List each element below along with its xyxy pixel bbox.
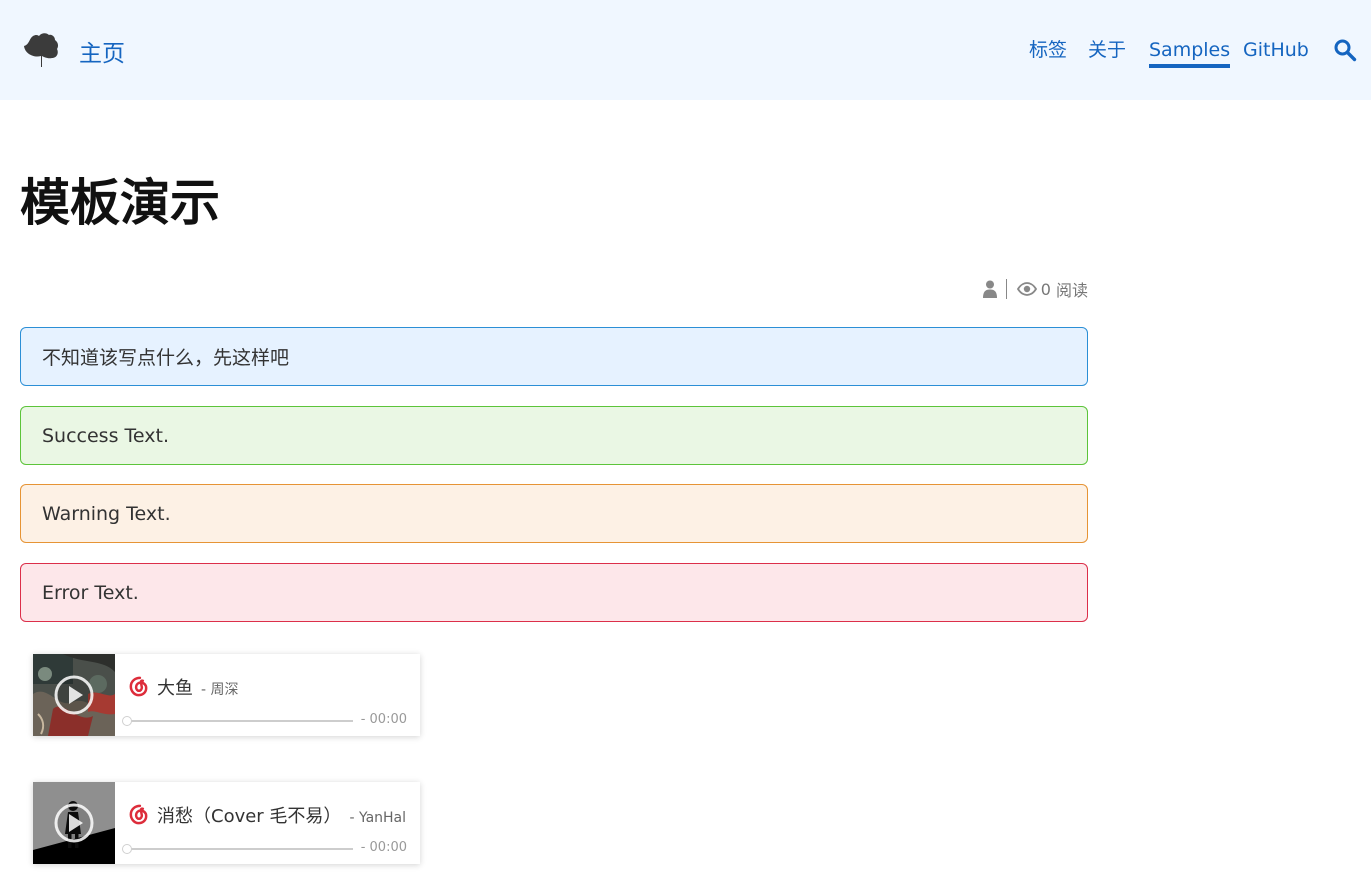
netease-music-icon <box>127 803 150 826</box>
song-artist: - YanHal <box>349 810 407 826</box>
song-info: 消愁（Cover 毛不易） - YanHal <box>157 802 406 828</box>
nav-samples[interactable]: Samples <box>1149 37 1231 68</box>
nav-github[interactable]: GitHub <box>1243 37 1309 63</box>
alert-success-text: Success Text. <box>42 424 169 447</box>
song-title: 大鱼 <box>157 678 193 699</box>
nav-tags[interactable]: 标签 <box>1029 37 1067 63</box>
alert-error-text: Error Text. <box>42 581 139 604</box>
time-display: - 00:00 <box>360 840 407 855</box>
progress-bar[interactable] <box>122 716 353 726</box>
album-cover <box>33 782 115 864</box>
progress-bar[interactable] <box>122 844 353 854</box>
post-meta: 0 阅读 <box>982 278 1088 300</box>
meta-divider <box>1005 279 1007 299</box>
ginkgo-leaf-icon[interactable] <box>22 32 60 68</box>
alert-info: 不知道该写点什么，先这样吧 <box>20 327 1088 386</box>
progress-thumb[interactable] <box>122 844 132 854</box>
music-player: 大鱼 - 周深 - 00:00 <box>33 654 420 736</box>
top-navbar: 主页 标签 关于 Samples GitHub <box>0 0 1371 100</box>
progress-thumb[interactable] <box>122 716 132 726</box>
home-link[interactable]: 主页 <box>79 34 125 68</box>
music-player: 消愁（Cover 毛不易） - YanHal - 00:00 <box>33 782 420 864</box>
song-artist: - 周深 <box>201 682 239 698</box>
nav-about[interactable]: 关于 <box>1088 37 1126 63</box>
album-cover <box>33 654 115 736</box>
alert-success: Success Text. <box>20 406 1088 465</box>
eye-icon <box>1016 282 1037 296</box>
song-title: 消愁（Cover 毛不易） <box>157 806 342 827</box>
search-icon[interactable] <box>1333 38 1357 62</box>
alert-warning: Warning Text. <box>20 484 1088 543</box>
time-display: - 00:00 <box>360 712 407 727</box>
song-info: 大鱼 - 周深 <box>157 674 239 700</box>
play-icon[interactable] <box>54 803 94 843</box>
views-count: 0 <box>1040 279 1051 299</box>
views-label: 阅读 <box>1055 281 1088 300</box>
alert-warning-text: Warning Text. <box>42 502 171 525</box>
page-title: 模板演示 <box>20 174 220 232</box>
user-icon <box>982 280 997 298</box>
play-icon[interactable] <box>54 675 94 715</box>
alert-info-text: 不知道该写点什么，先这样吧 <box>42 347 290 369</box>
netease-music-icon <box>127 675 150 698</box>
alert-error: Error Text. <box>20 563 1088 622</box>
